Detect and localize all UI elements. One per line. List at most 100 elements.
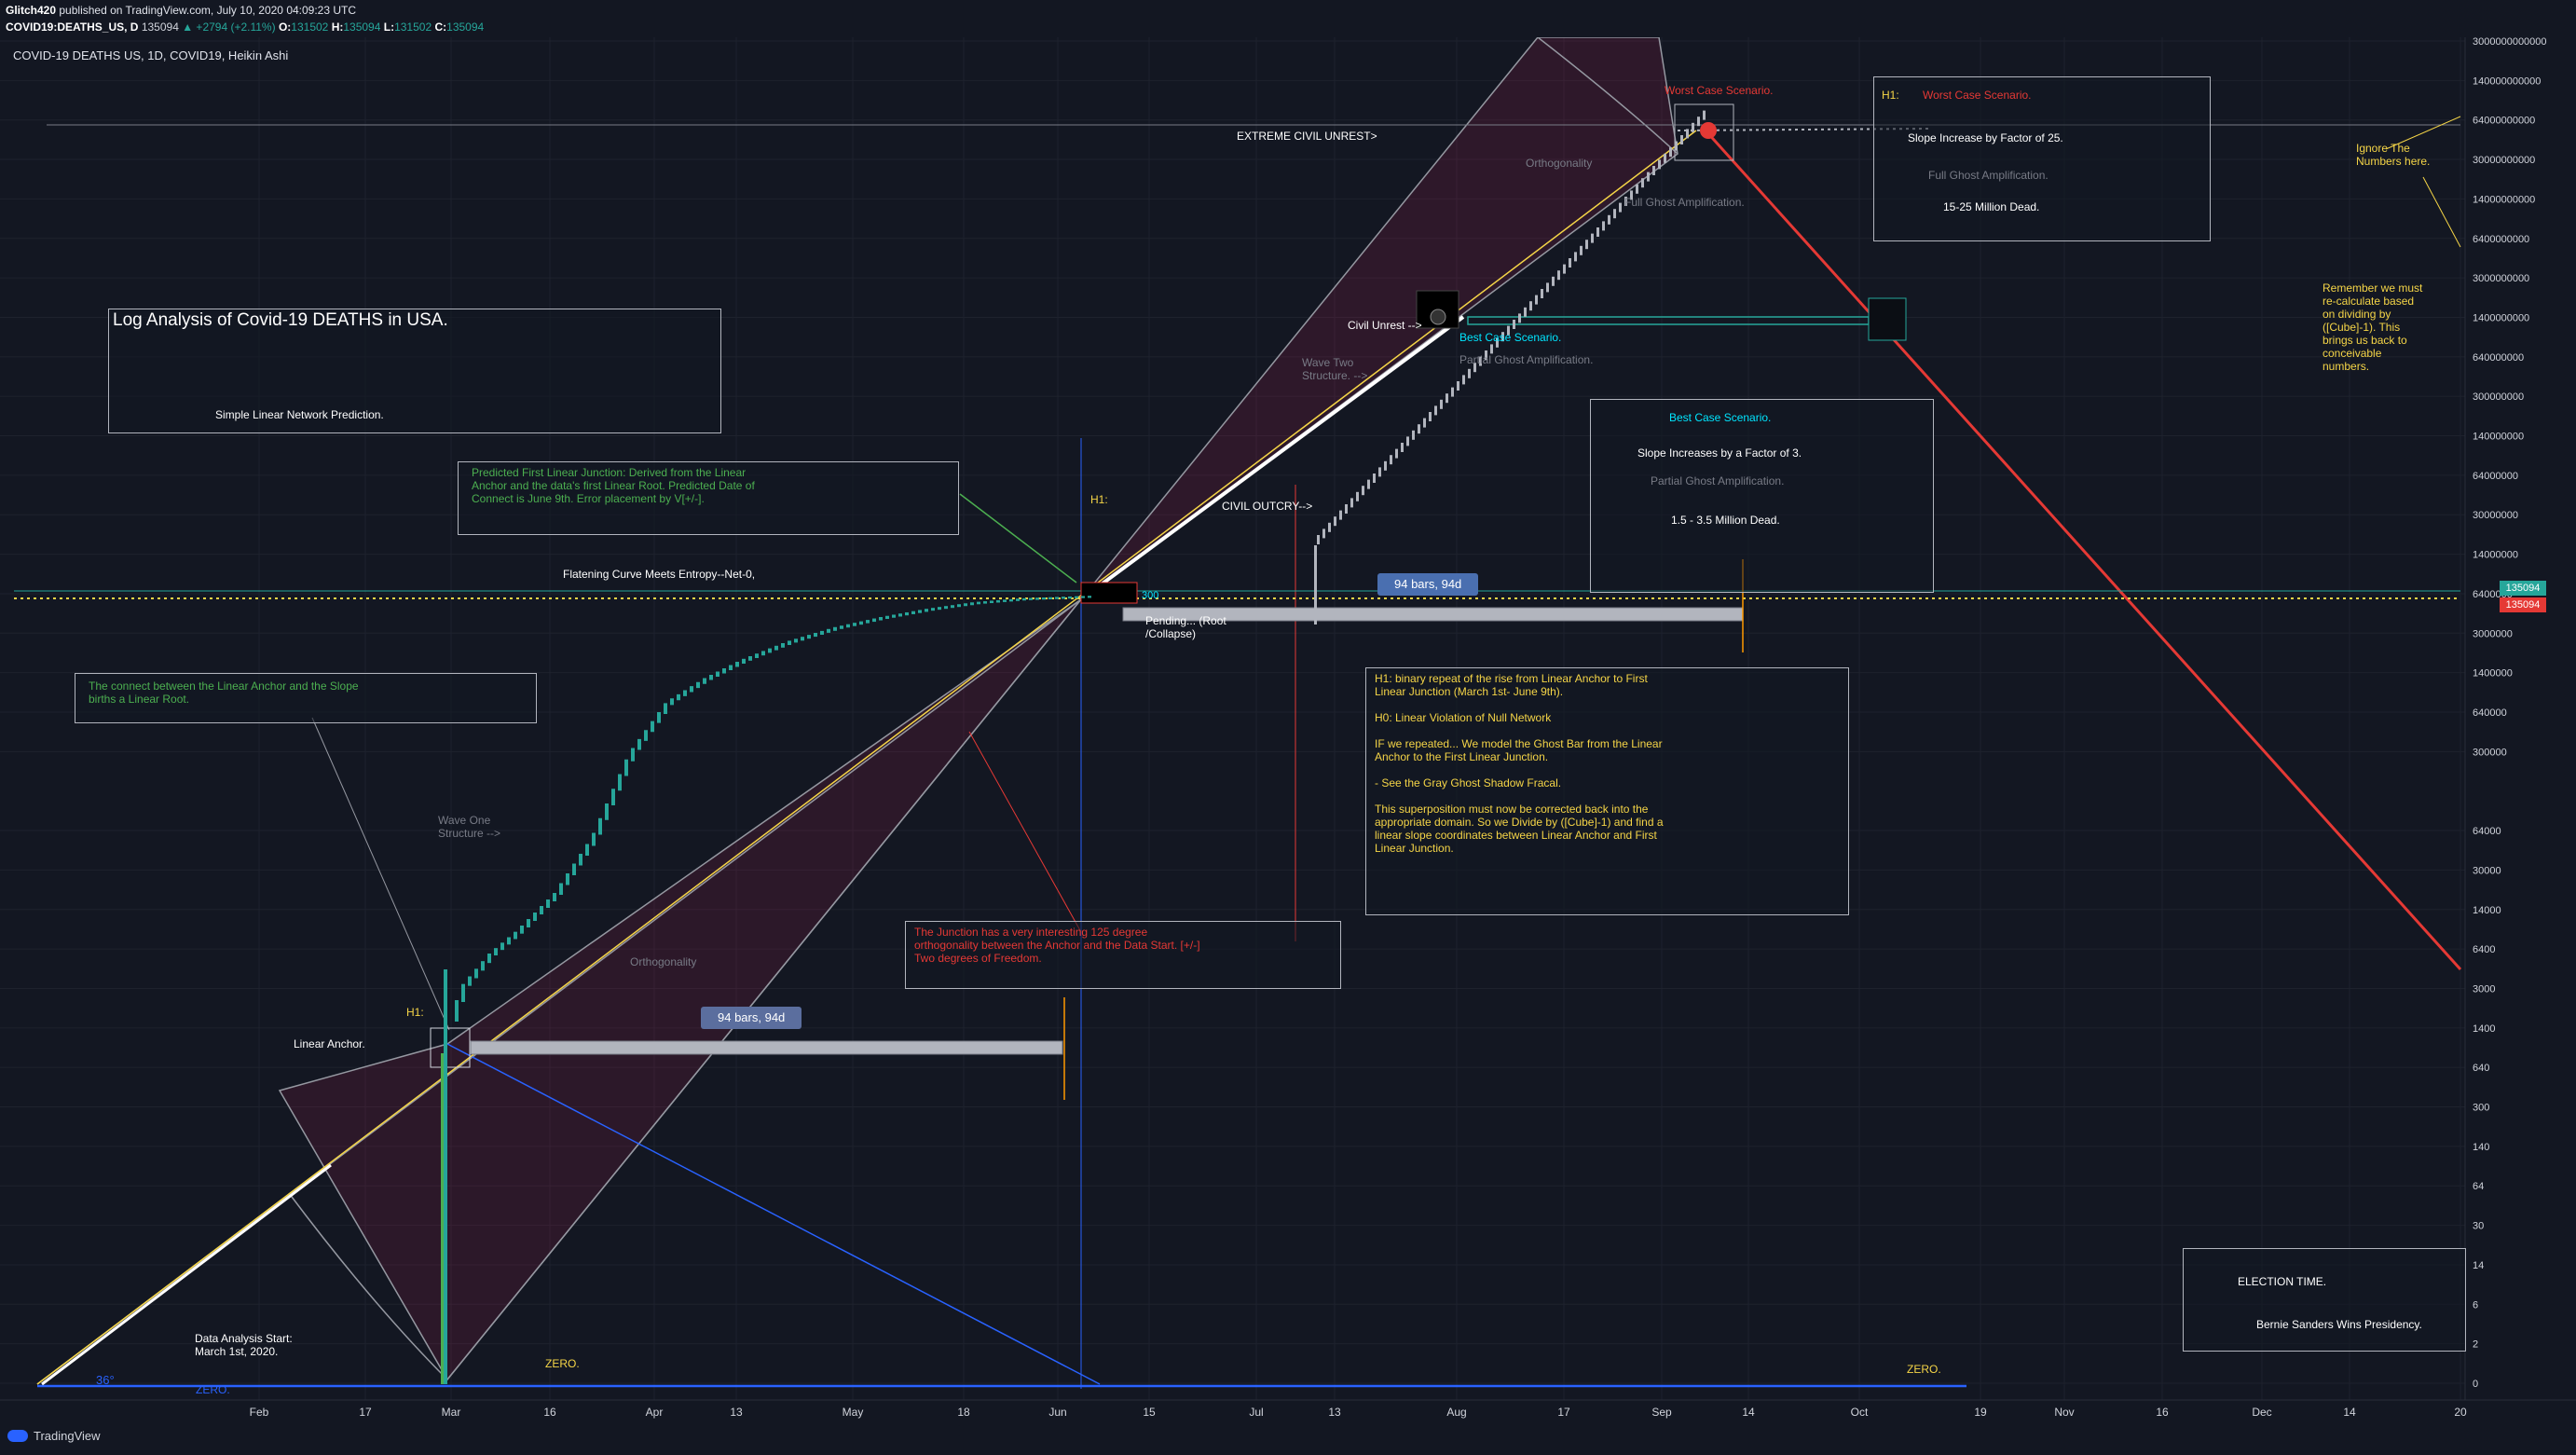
worst-case-dot bbox=[1700, 122, 1717, 139]
ha-candle bbox=[1068, 596, 1072, 599]
x-tick-label: 16 bbox=[543, 1406, 556, 1419]
ha-candle bbox=[455, 1000, 459, 1022]
ha-candle bbox=[716, 671, 719, 677]
ha-candle bbox=[494, 948, 498, 955]
zero-label-oct: ZERO. bbox=[1907, 1363, 1941, 1376]
ha-candle bbox=[827, 628, 830, 633]
chart-canvas[interactable]: Feb 17 Mar 16 Apr 13 May 18 Jun 15 Jul 13 Aug 17 Sep 14… bbox=[0, 37, 2576, 1426]
linear-anchor-label: Linear Anchor. bbox=[294, 1037, 365, 1050]
level-300-label: 300 bbox=[1142, 590, 1159, 601]
ha-candle bbox=[611, 789, 615, 805]
y-tick-label: 2 bbox=[2473, 1339, 2478, 1351]
x-tick-label: 15 bbox=[1143, 1406, 1156, 1419]
ha-candle bbox=[964, 603, 967, 607]
x-tick-label: Dec bbox=[2252, 1406, 2271, 1419]
recalculate-note: Remember we must re-calculate based on d… bbox=[2323, 281, 2423, 373]
ghost-candle bbox=[1345, 504, 1348, 514]
y-tick-label: 300 bbox=[2473, 1103, 2489, 1114]
bars-count-label-upper: 94 bars, 94d bbox=[1377, 573, 1479, 596]
ha-candle bbox=[1016, 598, 1020, 601]
ha-candle bbox=[644, 730, 648, 741]
ha-candle bbox=[690, 686, 693, 693]
symbol-label[interactable]: COVID19:DEATHS_US, D bbox=[6, 21, 138, 34]
x-tick-label: 20 bbox=[2454, 1406, 2467, 1419]
ghost-candle bbox=[1692, 122, 1694, 132]
high-value: 135094 bbox=[343, 21, 381, 34]
ha-candle bbox=[1022, 597, 1026, 601]
election-box: ELECTION TIME. Bernie Sanders Wins Presi… bbox=[2183, 1248, 2466, 1352]
junction-orthogonality-text: The Junction has a very interesting 125 … bbox=[914, 926, 1200, 965]
ghost-candle bbox=[1457, 381, 1459, 391]
best-case-slope: Slope Increases by a Factor of 3. bbox=[1637, 446, 1802, 460]
x-tick-label: 14 bbox=[2343, 1406, 2356, 1419]
ghost-candle bbox=[1557, 270, 1560, 281]
ghost-candle bbox=[1636, 184, 1638, 194]
ha-candle bbox=[703, 678, 706, 684]
ha-candle bbox=[624, 759, 628, 776]
ghost-candle bbox=[1652, 166, 1655, 175]
low-value: 131502 bbox=[394, 21, 432, 34]
x-tick-label: 19 bbox=[1974, 1406, 1987, 1419]
ha-candle bbox=[814, 633, 817, 638]
civil-outcry-label: CIVIL OUTCRY--> bbox=[1222, 500, 1313, 513]
ghost-candle bbox=[1546, 282, 1549, 293]
tradingview-logo[interactable]: TradingView bbox=[7, 1429, 101, 1443]
x-tick-label: Feb bbox=[250, 1406, 269, 1419]
ha-candle bbox=[1075, 596, 1078, 598]
ha-candle bbox=[905, 611, 909, 616]
ha-candle bbox=[651, 721, 654, 733]
ghost-candle bbox=[1569, 258, 1571, 268]
y-tick-label: 14000000000 bbox=[2473, 194, 2535, 205]
ha-candle bbox=[1062, 597, 1065, 599]
yellow-pointer-line-2 bbox=[2422, 176, 2461, 248]
best-case-partial: Partial Ghost Amplification. bbox=[1651, 474, 1785, 487]
ha-candle bbox=[820, 630, 824, 635]
y-tick-label: 140000000 bbox=[2473, 432, 2524, 443]
y-tick-label: 6400 bbox=[2473, 944, 2495, 955]
ha-candle bbox=[520, 926, 524, 934]
y-tick-label: 3000 bbox=[2473, 983, 2495, 995]
ha-candle bbox=[1042, 597, 1046, 600]
worst-case-dead: 15-25 Million Dead. bbox=[1943, 200, 2040, 213]
worst-case-box: H1: Worst Case Scenario. Slope Increase … bbox=[1873, 76, 2211, 241]
ha-candle bbox=[1048, 597, 1052, 599]
ha-candle bbox=[833, 626, 837, 631]
ha-candle bbox=[487, 954, 491, 964]
civil-unrest-dot bbox=[1430, 309, 1446, 325]
ghost-candle bbox=[1446, 393, 1448, 404]
ghost-candle bbox=[1675, 141, 1678, 151]
ha-candle bbox=[918, 610, 922, 613]
y-tick-label: 300000 bbox=[2473, 747, 2507, 758]
ghost-candle bbox=[1658, 159, 1661, 170]
ghost-candle bbox=[1619, 202, 1622, 213]
ghost-candle bbox=[1334, 516, 1336, 527]
ghost-candle bbox=[1384, 460, 1387, 471]
x-tick-label: Aug bbox=[1446, 1406, 1466, 1419]
ghost-candle bbox=[1518, 313, 1521, 323]
log-analysis-title: Log Analysis of Covid-19 DEATHS in USA. bbox=[113, 310, 448, 330]
best-case-teal-bar bbox=[1467, 316, 1870, 325]
ha-candle bbox=[683, 690, 687, 696]
worst-case-slope: Slope Increase by Factor of 25. bbox=[1908, 131, 2063, 144]
ghost-candle bbox=[1395, 448, 1398, 459]
ha-candle bbox=[533, 913, 537, 921]
author-name[interactable]: Glitch420 bbox=[6, 4, 56, 17]
ha-candle bbox=[931, 608, 935, 611]
ha-candle bbox=[722, 668, 726, 674]
best-case-box: Best Case Scenario. Slope Increases by a… bbox=[1590, 399, 1934, 593]
ha-candle bbox=[748, 656, 752, 661]
hypothesis-box: H1: binary repeat of the rise from Linea… bbox=[1365, 667, 1849, 915]
predicted-junction-text: Predicted First Linear Junction: Derived… bbox=[472, 466, 755, 505]
ha-candle bbox=[559, 883, 563, 895]
ghost-candle bbox=[1541, 289, 1543, 298]
y-tick-label: 3000000000000 bbox=[2473, 37, 2547, 48]
bars-count-label-lower: 94 bars, 94d bbox=[701, 1007, 802, 1029]
close-value: 135094 bbox=[446, 21, 485, 34]
ha-candle bbox=[572, 863, 576, 875]
ha-candle bbox=[605, 803, 609, 820]
x-tick-label: 17 bbox=[359, 1406, 372, 1419]
ha-candle bbox=[1003, 599, 1007, 602]
extreme-civil-unrest-label: EXTREME CIVIL UNREST> bbox=[1237, 130, 1377, 143]
ha-candle bbox=[709, 675, 713, 680]
ghost-candle bbox=[1406, 436, 1409, 446]
